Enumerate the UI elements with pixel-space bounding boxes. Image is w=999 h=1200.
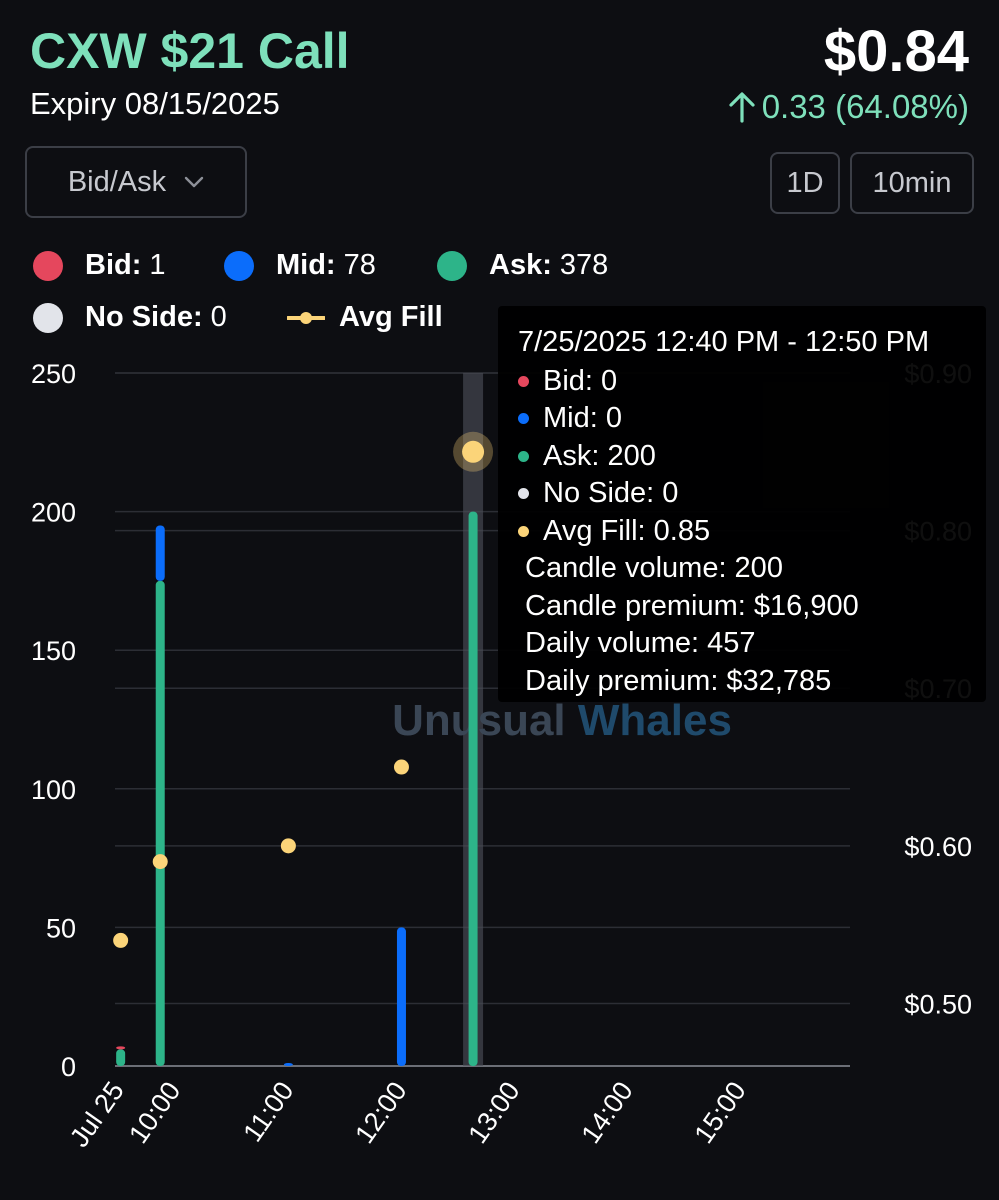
tooltip-candle-premium: Candle premium: $16,900 [525, 589, 859, 622]
chart-tooltip: 7/25/2025 12:40 PM - 12:50 PM Bid: 0 Mid… [498, 306, 986, 702]
x-tick-label: 13:00 [462, 1076, 525, 1149]
y-right-tick-label: $0.60 [904, 832, 972, 862]
avg-fill-point [113, 932, 129, 948]
watermark: Unusual Whales [392, 696, 732, 745]
y-left-tick-label: 150 [31, 636, 76, 666]
tooltip-candle-volume: Candle volume: 200 [525, 552, 783, 585]
tooltip-ask: Ask: 200 [518, 438, 966, 476]
avg-fill-point [152, 854, 168, 870]
tooltip-daily-premium: Daily premium: $32,785 [525, 664, 832, 697]
tooltip-mid: Mid: 0 [518, 400, 966, 438]
avg-fill-point [280, 838, 296, 854]
bid-dot-icon [518, 375, 529, 387]
tooltip-avg-fill-text: Avg Fill: 0.85 [543, 514, 711, 547]
bar-mid [155, 525, 165, 581]
tooltip-avg-fill: Avg Fill: 0.85 [518, 513, 966, 551]
y-left-tick-label: 0 [61, 1052, 76, 1082]
tooltip-no-side: No Side: 0 [518, 475, 966, 513]
avg-fill-point [462, 440, 485, 463]
x-tick-label: 10:00 [123, 1076, 186, 1149]
avg-fill-point [393, 759, 409, 775]
ask-dot-icon [518, 450, 529, 462]
bar-ask [468, 511, 478, 1067]
avg-fill-dot-icon [518, 525, 529, 537]
x-tick-label: 11:00 [237, 1076, 299, 1147]
mid-dot-icon [518, 413, 529, 425]
bar-ask [116, 1049, 126, 1066]
y-left-tick-label: 50 [46, 913, 76, 943]
tooltip-date: 7/25/2025 12:40 PM - 12:50 PM [518, 326, 930, 359]
bar-bid [116, 1046, 126, 1050]
tooltip-no-side-text: No Side: 0 [543, 477, 679, 510]
tooltip-daily-volume: Daily volume: 457 [525, 627, 756, 660]
x-tick-label: 14:00 [575, 1076, 638, 1149]
bar-ask [155, 580, 165, 1066]
y-left-tick-label: 200 [31, 498, 76, 528]
x-tick-label: 12:00 [349, 1076, 412, 1149]
tooltip-mid-text: Mid: 0 [543, 402, 622, 435]
bar-mid [283, 1063, 293, 1066]
y-left-tick-label: 250 [31, 359, 76, 389]
no-side-dot-icon [518, 488, 529, 500]
tooltip-bid: Bid: 0 [518, 363, 966, 401]
y-right-tick-label: $0.50 [904, 989, 972, 1019]
x-tick-label: Jul 25 [64, 1076, 130, 1152]
y-left-tick-label: 100 [31, 775, 76, 805]
tooltip-ask-text: Ask: 200 [543, 439, 656, 472]
tooltip-bid-text: Bid: 0 [543, 364, 618, 397]
x-tick-label: 15:00 [689, 1076, 752, 1149]
bar-mid [396, 927, 406, 1066]
